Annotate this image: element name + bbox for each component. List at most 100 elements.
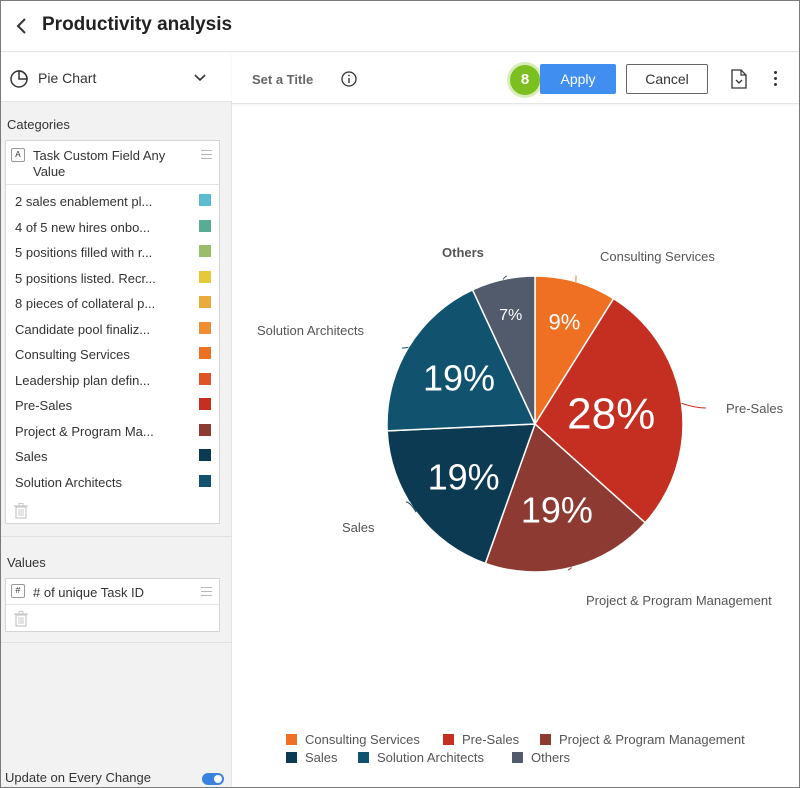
number-field-icon: #: [11, 584, 25, 598]
slice-percent-label: 9%: [549, 309, 581, 334]
slice-outer-label: Pre-Sales: [726, 401, 784, 416]
legend-label: Pre-Sales: [462, 732, 520, 747]
left-panel: Pie Chart Categories A Task Custom Field…: [1, 52, 232, 787]
trash-icon[interactable]: [14, 611, 28, 627]
category-item-label: Consulting Services: [15, 347, 130, 362]
toggle-knob: [214, 775, 222, 783]
update-on-change-toggle[interactable]: [202, 773, 224, 785]
category-color-swatch[interactable]: [199, 398, 211, 410]
value-field-label: # of unique Task ID: [33, 585, 145, 600]
category-color-swatch[interactable]: [199, 296, 211, 308]
chevron-down-icon: [194, 74, 206, 82]
legend-label: Sales: [305, 750, 338, 765]
category-color-swatch[interactable]: [199, 245, 211, 257]
category-field[interactable]: A Task Custom Field Any Value: [6, 141, 219, 185]
apply-button[interactable]: Apply: [540, 64, 616, 94]
values-label: Values: [7, 555, 46, 570]
slice-outer-label: Others: [442, 245, 484, 260]
category-color-swatch[interactable]: [199, 270, 211, 283]
categories-box: A Task Custom Field Any Value 2 sales en…: [5, 140, 220, 524]
category-item-label: Sales: [15, 449, 48, 464]
category-item-label: 5 positions filled with r...: [15, 245, 153, 260]
category-list-item[interactable]: 8 pieces of collateral p...: [15, 291, 213, 316]
category-list-item[interactable]: 5 positions filled with r...: [15, 240, 213, 265]
info-icon[interactable]: [341, 71, 357, 87]
legend-label: Project & Program Management: [559, 732, 745, 747]
category-color-swatch[interactable]: [199, 423, 211, 436]
category-list-item[interactable]: Pre-Sales: [15, 393, 213, 418]
text-field-icon: A: [11, 148, 25, 162]
slice-percent-label: 28%: [567, 390, 655, 439]
category-color-swatch[interactable]: [199, 372, 211, 385]
legend-swatch: [358, 752, 369, 763]
slice-percent-label: 19%: [423, 358, 495, 399]
legend-swatch: [286, 752, 297, 763]
update-on-change-label: Update on Every Change: [5, 770, 151, 785]
set-title-link[interactable]: Set a Title: [252, 72, 313, 87]
legend-label: Solution Architects: [377, 750, 484, 765]
legend-swatch: [540, 734, 551, 745]
category-color-swatch[interactable]: [199, 347, 211, 359]
legend-swatch: [286, 734, 297, 745]
category-list-item[interactable]: Consulting Services: [15, 342, 213, 367]
category-color-swatch[interactable]: [199, 194, 211, 206]
values-box: # # of unique Task ID: [5, 578, 220, 632]
category-color-swatch[interactable]: [199, 321, 211, 334]
chart-toolbar: Set a Title 8 Apply Cancel: [232, 52, 799, 104]
more-options-icon[interactable]: [772, 71, 778, 87]
page-title: Productivity analysis: [42, 14, 233, 35]
category-item-label: 4 of 5 new hires onbo...: [15, 219, 151, 235]
slice-outer-label: Sales: [342, 520, 375, 535]
trash-icon[interactable]: [14, 503, 28, 519]
header: Productivity analysis: [1, 1, 799, 52]
back-arrow-icon[interactable]: [13, 14, 31, 38]
slice-outer-label: Solution Architects: [257, 323, 364, 338]
category-list-item[interactable]: Solution Architects: [15, 470, 213, 495]
category-field-label: Task Custom Field Any Value: [33, 148, 166, 179]
step-badge: 8: [510, 65, 540, 95]
update-on-change-row: Update on Every Change: [1, 768, 232, 787]
category-item-label: Leadership plan defin...: [15, 372, 151, 388]
chart-area: 9% Consulting Services 28% Pre-Sales 19% Proj…: [232, 104, 799, 787]
category-item-label: 2 sales enablement pl...: [15, 194, 153, 209]
drag-handle-icon[interactable]: [201, 587, 212, 599]
leader-line: [681, 402, 707, 409]
pie-chart: 9% Consulting Services 28% Pre-Sales 19% Proj…: [257, 245, 784, 608]
category-list-item[interactable]: Project & Program Ma...: [15, 419, 213, 444]
chart-type-label: Pie Chart: [38, 70, 97, 86]
slice-outer-label: Consulting Services: [600, 249, 715, 264]
cancel-button[interactable]: Cancel: [626, 64, 708, 94]
export-document-icon[interactable]: [731, 69, 747, 89]
category-item-label: 5 positions listed. Recr...: [15, 270, 156, 286]
category-list-item[interactable]: Candidate pool finaliz...: [15, 317, 213, 342]
divider: [1, 642, 232, 643]
legend-label: Consulting Services: [305, 732, 420, 747]
slice-outer-label: Project & Program Management: [586, 593, 772, 608]
pie-chart-icon: [10, 70, 28, 88]
slice-percent-label: 19%: [521, 490, 593, 531]
legend-label: Others: [531, 750, 571, 765]
category-item-label: Project & Program Ma...: [15, 423, 154, 439]
category-item-label: Solution Architects: [15, 474, 122, 490]
category-color-swatch[interactable]: [199, 474, 211, 487]
drag-handle-icon[interactable]: [201, 150, 212, 162]
legend-swatch: [443, 734, 454, 745]
category-list-item[interactable]: 4 of 5 new hires onbo...: [15, 215, 213, 240]
legend-swatch: [512, 752, 523, 763]
category-list-item[interactable]: 2 sales enablement pl...: [15, 189, 213, 214]
slice-percent-label: 19%: [428, 456, 500, 497]
category-color-swatch[interactable]: [199, 219, 211, 232]
slice-percent-label: 7%: [499, 307, 522, 324]
value-field[interactable]: # # of unique Task ID: [6, 579, 219, 605]
category-list-item[interactable]: Sales: [15, 444, 213, 469]
categories-label: Categories: [7, 117, 70, 132]
category-list-item[interactable]: Leadership plan defin...: [15, 368, 213, 393]
category-item-label: Pre-Sales: [15, 398, 73, 413]
category-item-label: Candidate pool finaliz...: [15, 321, 151, 337]
chart-type-dropdown[interactable]: Pie Chart: [1, 52, 232, 102]
category-item-label: 8 pieces of collateral p...: [15, 296, 156, 311]
category-color-swatch[interactable]: [199, 449, 211, 461]
leader-line: [401, 346, 409, 349]
divider: [1, 536, 232, 537]
category-list-item[interactable]: 5 positions listed. Recr...: [15, 266, 213, 291]
